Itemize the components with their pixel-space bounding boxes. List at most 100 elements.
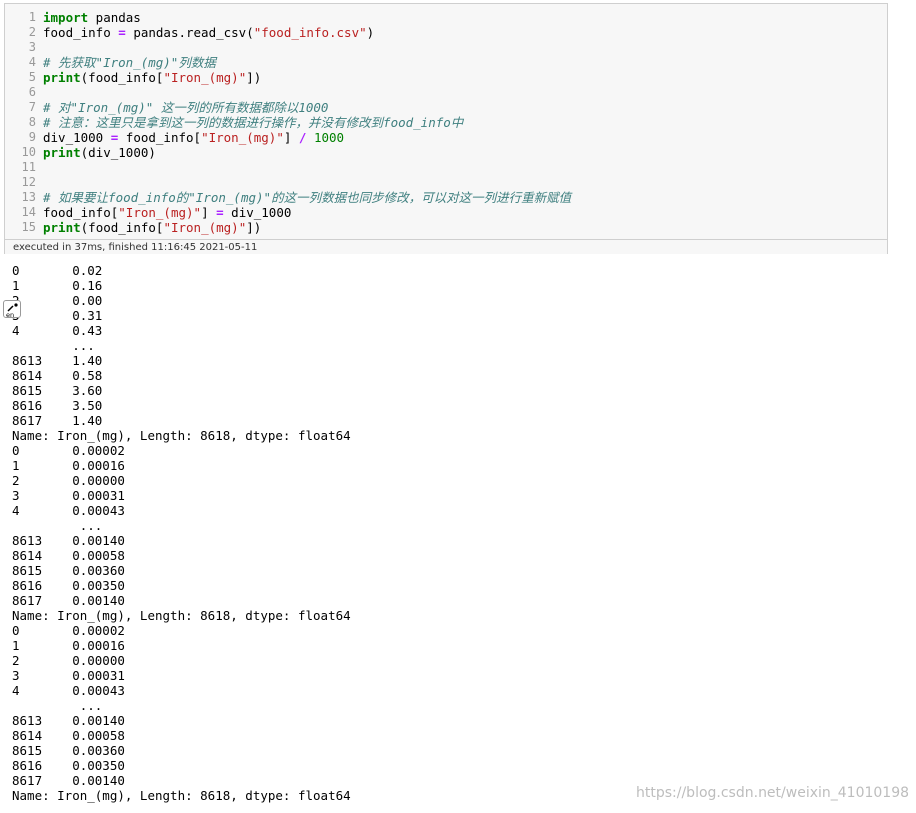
line-number: 12: [21, 175, 36, 189]
code-token: "Iron_(mg)": [163, 70, 247, 85]
line-number: 6: [28, 85, 36, 99]
code-text: food_info = pandas.read_csv("food_info.c…: [43, 25, 374, 40]
line-number: 14: [21, 205, 36, 219]
line-number: 13: [21, 190, 36, 204]
output-line: 2 0.00: [12, 293, 103, 308]
output-line: 8615 0.00360: [12, 743, 125, 758]
code-token: "Iron_(mg)": [118, 205, 202, 220]
output-line: 4 0.00043: [12, 503, 125, 518]
code-line[interactable]: 10 print(div_1000): [5, 145, 887, 160]
code-line[interactable]: 14 food_info["Iron_(mg)"] = div_1000: [5, 205, 887, 220]
code-token: # 对"Iron_(mg)" 这一列的所有数据都除以1000: [43, 100, 329, 115]
code-line[interactable]: 2 food_info = pandas.read_csv("food_info.…: [5, 25, 887, 40]
code-text: # 对"Iron_(mg)" 这一列的所有数据都除以1000: [43, 100, 328, 115]
language-switch-icon[interactable]: en: [3, 300, 21, 319]
line-number: 7: [28, 100, 36, 114]
code-line[interactable]: 12: [5, 175, 887, 190]
code-token: food_info[: [118, 130, 202, 145]
code-token: pandas: [88, 10, 141, 25]
code-token: food_info[: [43, 205, 119, 220]
output-line: 0 0.00002: [12, 623, 125, 638]
code-token: pandas.read_csv(: [125, 25, 254, 40]
code-token: print: [43, 220, 81, 235]
code-line[interactable]: 3: [5, 40, 887, 55]
code-token: "food_info.csv": [253, 25, 367, 40]
line-number: 11: [21, 160, 36, 174]
output-line: 2 0.00000: [12, 653, 125, 668]
output-line: 1 0.00016: [12, 638, 125, 653]
code-line[interactable]: 4 # 先获取"Iron_(mg)"列数据: [5, 55, 887, 70]
code-token: =: [118, 25, 126, 40]
code-line[interactable]: 5 print(food_info["Iron_(mg)"]): [5, 70, 887, 85]
code-token: print: [43, 70, 81, 85]
line-number: 8: [28, 115, 36, 129]
code-token: print: [43, 145, 81, 160]
code-token: # 注意：这里只是拿到这一列的数据进行操作，并没有修改到food_info中: [43, 115, 464, 130]
output-line: Name: Iron_(mg), Length: 8618, dtype: fl…: [12, 608, 351, 623]
output-line: Name: Iron_(mg), Length: 8618, dtype: fl…: [12, 788, 351, 803]
line-number: 2: [28, 25, 36, 39]
output-line: 8613 0.00140: [12, 713, 125, 728]
line-number: 10: [21, 145, 36, 159]
output-line: 8614 0.00058: [12, 728, 125, 743]
code-line[interactable]: 9 div_1000 = food_info["Iron_(mg)"] / 100…: [5, 130, 887, 145]
output-line: 1 0.00016: [12, 458, 125, 473]
code-token: ]): [246, 220, 262, 235]
line-number: 15: [21, 220, 36, 234]
code-line[interactable]: 8 # 注意：这里只是拿到这一列的数据进行操作，并没有修改到food_info中: [5, 115, 887, 130]
output-line: 4 0.00043: [12, 683, 125, 698]
code-text: print(div_1000): [43, 145, 156, 160]
output-line: 2 0.00000: [12, 473, 125, 488]
code-token: "Iron_(mg)": [163, 220, 247, 235]
output-line: 3 0.00031: [12, 488, 125, 503]
code-line[interactable]: 11: [5, 160, 887, 175]
output-line: ...: [12, 338, 95, 353]
language-switch-label: en: [6, 311, 14, 319]
code-line[interactable]: 1 import pandas: [5, 10, 887, 25]
code-token: div_1000: [223, 205, 292, 220]
code-token: ): [366, 25, 375, 40]
code-text: # 先获取"Iron_(mg)"列数据: [43, 55, 216, 70]
code-token: # 如果要让food_info的"Iron_(mg)"的这一列数据也同步修改，可…: [43, 190, 572, 205]
line-number: 9: [28, 130, 36, 144]
code-text: # 注意：这里只是拿到这一列的数据进行操作，并没有修改到food_info中: [43, 115, 463, 130]
line-number: 1: [28, 10, 36, 24]
output-line: 8617 0.00140: [12, 593, 125, 608]
code-token: ]: [283, 130, 299, 145]
code-line[interactable]: 13 # 如果要让food_info的"Iron_(mg)"的这一列数据也同步修改…: [5, 190, 887, 205]
output-line: 8613 1.40: [12, 353, 103, 368]
code-text: div_1000 = food_info["Iron_(mg)"] / 1000: [43, 130, 344, 145]
output-line: 1 0.16: [12, 278, 103, 293]
output-line: 8614 0.58: [12, 368, 103, 383]
code-editor[interactable]: 1 import pandas 2 food_info = pandas.read_c…: [5, 4, 887, 238]
code-cell[interactable]: 1 import pandas 2 food_info = pandas.read_c…: [4, 3, 888, 254]
code-token: (food_info[: [80, 70, 164, 85]
output-line: 8616 3.50: [12, 398, 103, 413]
line-number: 4: [28, 55, 36, 69]
code-token: ]: [201, 205, 217, 220]
code-text: print(food_info["Iron_(mg)"]): [43, 220, 261, 235]
code-text: import pandas: [43, 10, 141, 25]
output-line: 4 0.43: [12, 323, 103, 338]
line-number: 5: [28, 70, 36, 84]
code-token: (food_info[: [80, 220, 164, 235]
output-line: ...: [12, 698, 103, 713]
code-token: (div_1000): [80, 145, 156, 160]
output-line: 8617 0.00140: [12, 773, 125, 788]
watermark: https://blog.csdn.net/weixin_41010198: [636, 785, 910, 801]
code-line[interactable]: 6: [5, 85, 887, 100]
code-token: # 先获取"Iron_(mg)"列数据: [43, 55, 216, 70]
output-line: 8615 3.60: [12, 383, 103, 398]
code-text: print(food_info["Iron_(mg)"]): [43, 70, 261, 85]
code-token: div_1000: [43, 130, 111, 145]
output-line: 8615 0.00360: [12, 563, 125, 578]
code-token: 1000: [313, 130, 345, 145]
output-line: 0 0.00002: [12, 443, 125, 458]
code-text: food_info["Iron_(mg)"] = div_1000: [43, 205, 291, 220]
output-line: 8616 0.00350: [12, 758, 125, 773]
code-line[interactable]: 15 print(food_info["Iron_(mg)"]): [5, 220, 887, 235]
output-line: 3 0.31: [12, 308, 103, 323]
code-line[interactable]: 7 # 对"Iron_(mg)" 这一列的所有数据都除以1000: [5, 100, 887, 115]
output-line: ...: [12, 518, 103, 533]
